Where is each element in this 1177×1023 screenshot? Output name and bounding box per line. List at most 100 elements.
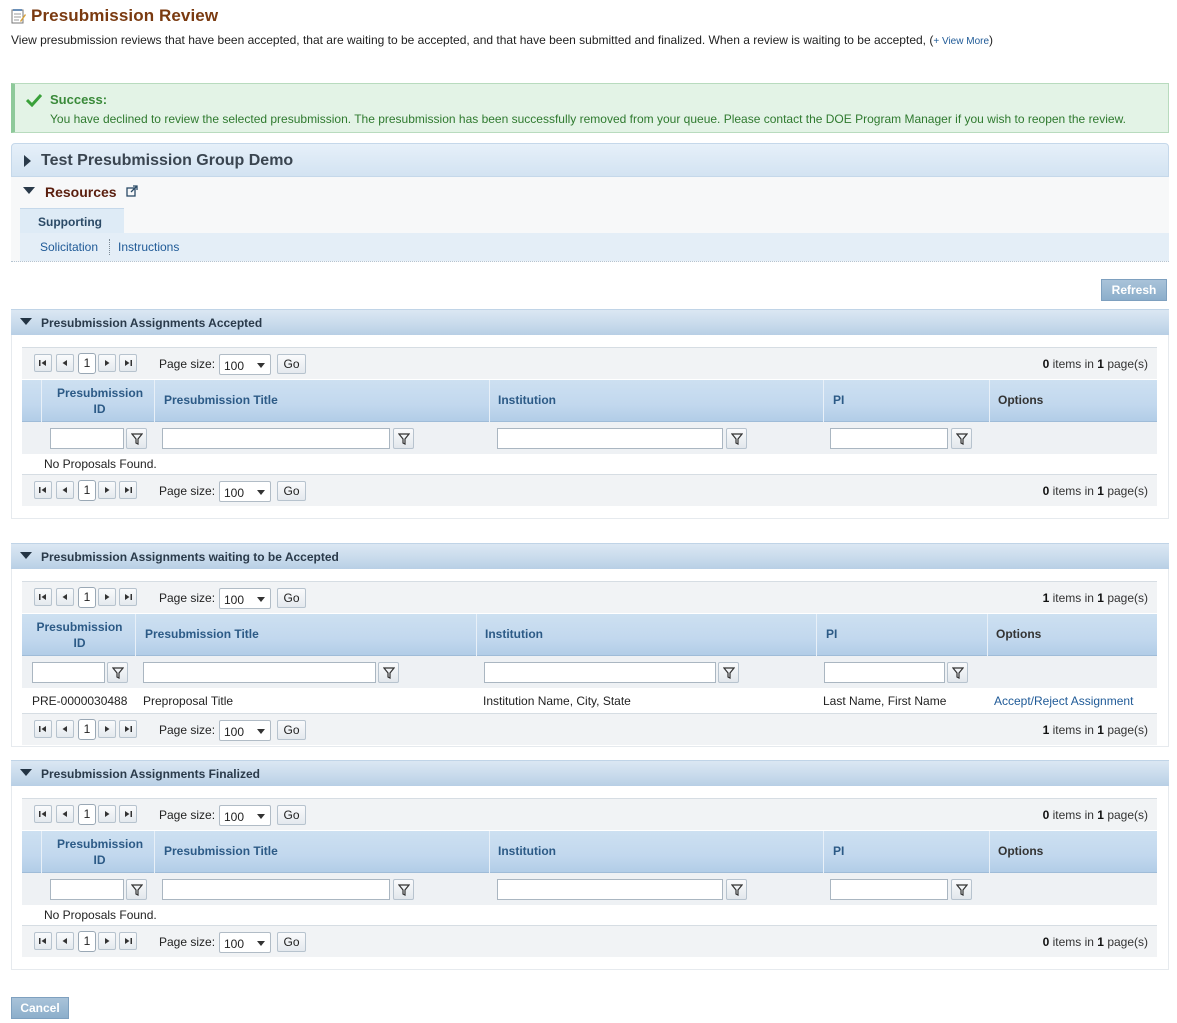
- last-page-icon[interactable]: [119, 720, 137, 738]
- col-title[interactable]: Presubmission Title: [154, 831, 489, 873]
- id-filter-input[interactable]: [32, 662, 105, 683]
- col-id[interactable]: Presubmission ID: [41, 380, 154, 422]
- first-page-icon[interactable]: [34, 932, 52, 950]
- next-page-icon[interactable]: [98, 481, 116, 499]
- current-page[interactable]: 1: [78, 931, 96, 952]
- prev-page-icon[interactable]: [56, 481, 74, 499]
- collapse-arrow-icon[interactable]: [20, 552, 32, 559]
- col-title[interactable]: Presubmission Title: [135, 614, 476, 656]
- filter-icon[interactable]: [951, 428, 972, 449]
- chevron-down-icon: [257, 490, 265, 495]
- go-button[interactable]: Go: [277, 588, 306, 608]
- page-size-select[interactable]: 100: [219, 805, 271, 826]
- col-institution[interactable]: Institution: [489, 831, 823, 873]
- filter-icon[interactable]: [393, 879, 414, 900]
- page-size-select[interactable]: 100: [219, 932, 271, 953]
- col-institution[interactable]: Institution: [476, 614, 816, 656]
- current-page[interactable]: 1: [78, 353, 96, 374]
- filter-icon[interactable]: [726, 879, 747, 900]
- filter-icon[interactable]: [718, 662, 739, 683]
- institution-filter-input[interactable]: [497, 879, 723, 900]
- prev-page-icon[interactable]: [56, 805, 74, 823]
- go-button[interactable]: Go: [277, 481, 306, 501]
- external-link-icon[interactable]: [126, 185, 138, 200]
- next-page-icon[interactable]: [98, 932, 116, 950]
- last-page-icon[interactable]: [119, 588, 137, 606]
- section-waiting-header[interactable]: Presubmission Assignments waiting to be …: [11, 543, 1169, 569]
- next-page-icon[interactable]: [98, 588, 116, 606]
- filter-icon[interactable]: [947, 662, 968, 683]
- collapse-arrow-icon[interactable]: [20, 769, 32, 776]
- prev-page-icon[interactable]: [56, 720, 74, 738]
- go-button[interactable]: Go: [277, 932, 306, 952]
- section-accepted-header[interactable]: Presubmission Assignments Accepted: [11, 309, 1169, 335]
- current-page[interactable]: 1: [78, 719, 96, 740]
- col-id[interactable]: Presubmission ID: [22, 614, 135, 656]
- col-id[interactable]: Presubmission ID: [41, 831, 154, 873]
- go-button[interactable]: Go: [277, 354, 306, 374]
- current-page[interactable]: 1: [78, 804, 96, 825]
- title-filter-input[interactable]: [162, 428, 390, 449]
- next-page-icon[interactable]: [98, 720, 116, 738]
- section-finalized-header[interactable]: Presubmission Assignments Finalized: [11, 760, 1169, 786]
- id-filter-input[interactable]: [50, 879, 124, 900]
- last-page-icon[interactable]: [119, 354, 137, 372]
- institution-filter-input[interactable]: [484, 662, 716, 683]
- group-panel-header[interactable]: Test Presubmission Group Demo: [11, 143, 1169, 177]
- first-page-icon[interactable]: [34, 354, 52, 372]
- filter-icon[interactable]: [378, 662, 399, 683]
- prev-page-icon[interactable]: [56, 932, 74, 950]
- filter-icon[interactable]: [126, 428, 147, 449]
- pager-bottom: 1 Page size: 100 Go 0 items in 1 page(s): [22, 474, 1157, 506]
- col-institution[interactable]: Institution: [489, 380, 823, 422]
- tab-supporting-label: Supporting: [38, 215, 102, 229]
- title-filter-input[interactable]: [143, 662, 376, 683]
- last-page-icon[interactable]: [119, 932, 137, 950]
- page-size-select[interactable]: 100: [219, 588, 271, 609]
- col-pi[interactable]: PI: [823, 380, 989, 422]
- notepad-icon: [10, 8, 26, 24]
- pi-filter-input[interactable]: [830, 879, 948, 900]
- page-size-select[interactable]: 100: [219, 720, 271, 741]
- col-pi[interactable]: PI: [816, 614, 987, 656]
- first-page-icon[interactable]: [34, 588, 52, 606]
- cancel-button[interactable]: Cancel: [11, 997, 69, 1019]
- collapse-arrow-icon[interactable]: [23, 187, 35, 194]
- col-title[interactable]: Presubmission Title: [154, 380, 489, 422]
- id-filter-input[interactable]: [50, 428, 124, 449]
- filter-icon[interactable]: [951, 879, 972, 900]
- current-page[interactable]: 1: [78, 480, 96, 501]
- institution-filter-input[interactable]: [497, 428, 723, 449]
- collapse-arrow-icon[interactable]: [20, 318, 32, 325]
- solicitation-link[interactable]: Solicitation: [40, 240, 98, 254]
- view-more-link[interactable]: + View More: [933, 36, 989, 47]
- next-page-icon[interactable]: [98, 805, 116, 823]
- col-pi[interactable]: PI: [823, 831, 989, 873]
- filter-icon[interactable]: [726, 428, 747, 449]
- success-message: Success: You have declined to review the…: [11, 83, 1169, 133]
- next-page-icon[interactable]: [98, 354, 116, 372]
- last-page-icon[interactable]: [119, 481, 137, 499]
- filter-icon[interactable]: [126, 879, 147, 900]
- accept-reject-link[interactable]: Accept/Reject Assignment: [994, 694, 1133, 708]
- first-page-icon[interactable]: [34, 805, 52, 823]
- filter-icon[interactable]: [107, 662, 128, 683]
- page-size-select[interactable]: 100: [219, 354, 271, 375]
- tab-supporting[interactable]: Supporting: [20, 208, 124, 233]
- current-page[interactable]: 1: [78, 587, 96, 608]
- instructions-link[interactable]: Instructions: [118, 240, 179, 254]
- pi-filter-input[interactable]: [824, 662, 945, 683]
- first-page-icon[interactable]: [34, 481, 52, 499]
- go-button[interactable]: Go: [277, 720, 306, 740]
- prev-page-icon[interactable]: [56, 588, 74, 606]
- pi-filter-input[interactable]: [830, 428, 948, 449]
- last-page-icon[interactable]: [119, 805, 137, 823]
- expand-arrow-icon[interactable]: [24, 155, 31, 167]
- page-size-select[interactable]: 100: [219, 481, 271, 502]
- first-page-icon[interactable]: [34, 720, 52, 738]
- title-filter-input[interactable]: [162, 879, 390, 900]
- filter-icon[interactable]: [393, 428, 414, 449]
- refresh-button[interactable]: Refresh: [1101, 279, 1167, 301]
- go-button[interactable]: Go: [277, 805, 306, 825]
- prev-page-icon[interactable]: [56, 354, 74, 372]
